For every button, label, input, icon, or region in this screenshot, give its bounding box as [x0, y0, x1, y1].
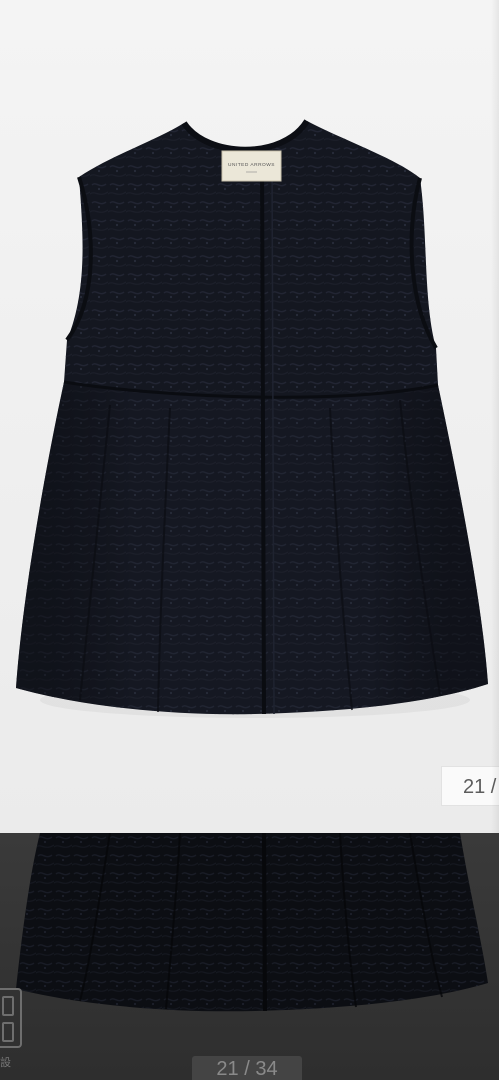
- thumbnail-toggle-icon[interactable]: [0, 988, 22, 1048]
- black-sleeveless-top-illustration: UNITED ARROWS: [16, 119, 488, 718]
- black-top-closeup-illustration: [16, 833, 488, 1012]
- product-image-zoomed[interactable]: [0, 833, 499, 1080]
- product-image-main[interactable]: UNITED ARROWS 21 /: [0, 0, 499, 833]
- side-label-text: 設: [0, 1057, 11, 1069]
- image-counter-bottom: 21 / 34: [192, 1056, 302, 1080]
- brand-label-text: UNITED ARROWS: [228, 162, 275, 168]
- enlarged-image-view[interactable]: [0, 833, 499, 1080]
- image-counter-top: 21 /: [441, 766, 499, 806]
